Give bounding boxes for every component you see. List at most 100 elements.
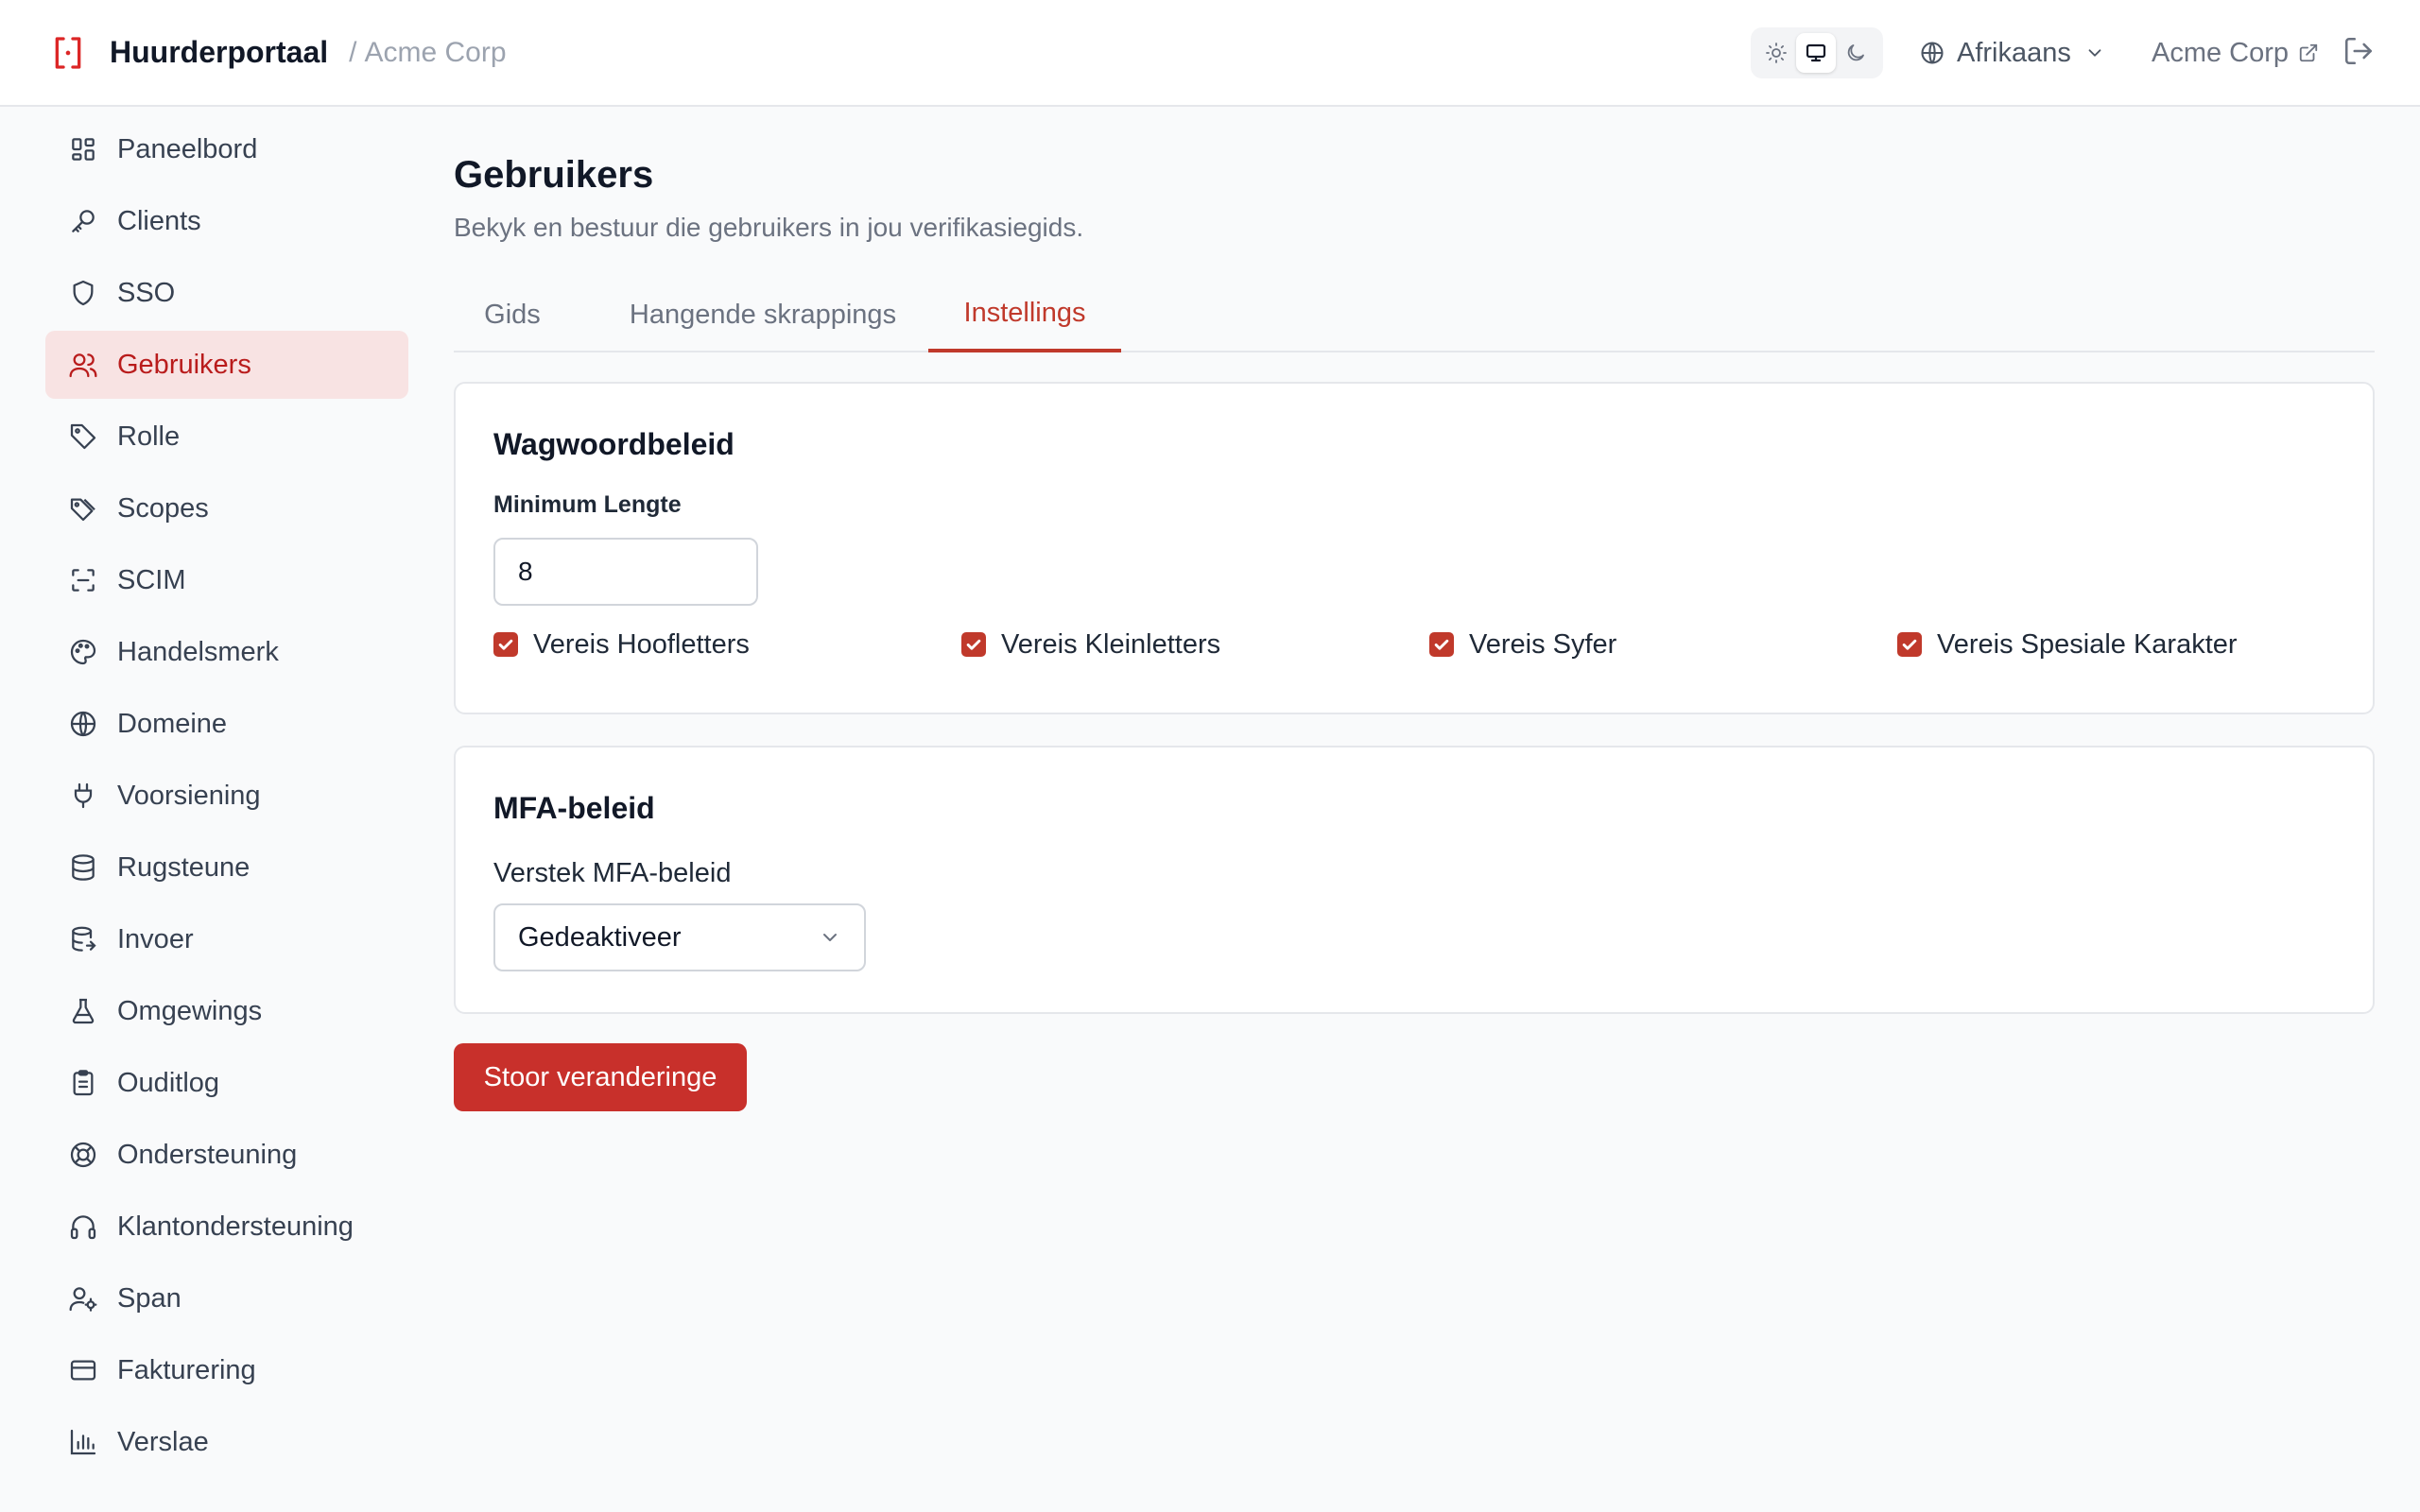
sidebar-item-verslae[interactable]: Verslae [45,1408,408,1476]
tab-gids[interactable]: Gids [454,277,571,352]
tags-icon [70,498,95,522]
palette-icon [70,639,96,665]
checkbox-label: Vereis Kleinletters [1001,628,1221,660]
sidebar-item-rolle[interactable]: Rolle [45,403,408,471]
sidebar-item-ouditlog[interactable]: Ouditlog [45,1049,408,1117]
database-import-icon [72,926,96,952]
dashboard-icon [72,138,95,161]
sidebar-item-span[interactable]: Span [45,1264,408,1332]
sidebar-item-sso[interactable]: SSO [45,259,408,327]
database-icon [72,854,95,881]
sidebar-item-rugsteune[interactable]: Rugsteune [45,833,408,902]
sidebar-item-scim[interactable]: SCIM [45,546,408,614]
breadcrumb-tenant: Acme Corp [364,36,507,68]
brand-logo-icon [49,34,87,72]
language-label: Afrikaans [1957,37,2071,68]
require-special-char-checkbox[interactable]: Vereis Spesiale Karakter [1897,626,2238,663]
save-changes-button[interactable]: Stoor veranderinge [454,1043,747,1111]
password-policy-card: Wagwoordbeleid Minimum Lengte Vereis Hoo… [454,382,2375,714]
sidebar-item-scopes[interactable]: Scopes [45,474,408,542]
globe-icon [70,711,96,737]
app-name: Huurderportaal [110,35,329,69]
sidebar-item-label: SSO [117,277,176,308]
breadcrumb-separator: / [349,36,357,68]
tab-instellings[interactable]: Instellings [928,277,1121,352]
theme-dark-button[interactable] [1836,33,1876,73]
sidebar-item-label: Span [117,1282,182,1314]
user-cog-icon [69,1287,97,1312]
page-title: Gebruikers [454,154,654,196]
sun-icon [1766,43,1787,63]
sidebar-item-paneelbord[interactable]: Paneelbord [45,115,408,183]
require-lowercase-checkbox[interactable]: Vereis Kleinletters [961,626,1220,663]
sidebar-item-label: Verslae [117,1426,209,1457]
min-length-label: Minimum Lengte [493,491,682,518]
plug-icon [74,782,93,809]
moon-icon [1847,44,1864,61]
sidebar-item-label: Fakturering [117,1354,256,1385]
sidebar-item-handelsmerk[interactable]: Handelsmerk [45,618,408,686]
sidebar-item-label: Clients [117,205,201,236]
checkbox-checked[interactable] [1897,632,1922,657]
sidebar-item-label: Voorsiening [117,780,261,811]
sidebar-item-label: SCIM [117,564,186,595]
sidebar-item-label: Ouditlog [117,1067,220,1098]
sidebar-item-invoer[interactable]: Invoer [45,905,408,973]
sidebar-item-voorsiening[interactable]: Voorsiening [45,762,408,830]
require-uppercase-checkbox[interactable]: Vereis Hoofletters [493,626,750,663]
sidebar-item-label: Paneelbord [117,133,258,164]
checkbox-label: Vereis Spesiale Karakter [1937,628,2238,660]
logout-button[interactable] [2342,35,2378,71]
chevron-down-icon [2088,49,2101,57]
checkbox-checked[interactable] [1429,632,1454,657]
sidebar-item-label: Invoer [117,923,194,954]
monitor-icon [1806,43,1826,62]
shield-icon [73,280,94,306]
check-icon [1434,639,1449,650]
checkbox-checked[interactable] [961,632,986,657]
sidebar-item-ondersteuning[interactable]: Ondersteuning [45,1121,408,1189]
chevron-down-icon [823,934,837,941]
sidebar-item-domeine[interactable]: Domeine [45,690,408,758]
tenant-link-label: Acme Corp [2152,37,2290,68]
default-mfa-select[interactable]: Gedeaktiveer [493,903,866,971]
logout-icon [2344,37,2373,65]
headphones-icon [70,1215,96,1240]
life-buoy-icon [70,1142,96,1168]
sidebar-item-gebruikers[interactable]: Gebruikers [45,331,408,399]
external-link-icon [2299,43,2318,62]
sidebar-item-label: Omgewings [117,995,263,1026]
sidebar-item-klantondersteuning[interactable]: Klantondersteuning [45,1193,408,1261]
check-icon [1902,639,1917,650]
users-icon [69,353,97,378]
tenant-external-link[interactable]: Acme Corp [2152,27,2319,78]
sidebar-item-clients[interactable]: Clients [45,187,408,255]
sidebar-item-label: Domeine [117,708,228,739]
require-digit-checkbox[interactable]: Vereis Syfer [1429,626,1616,663]
tag-icon [70,423,96,450]
theme-system-button[interactable] [1796,33,1836,73]
brand[interactable]: Huurderportaal / Acme Corp [49,34,507,72]
flask-icon [72,998,95,1024]
key-icon [72,210,95,232]
min-length-input[interactable] [493,538,758,606]
credit-card-icon [70,1360,96,1381]
checkbox-label: Vereis Syfer [1469,628,1617,660]
scan-icon [72,569,95,592]
mfa-policy-card: MFA-beleid Verstek MFA-beleid Gedeaktive… [454,746,2375,1014]
sidebar-item-label: Scopes [117,492,209,524]
sidebar-item-label: Klantondersteuning [117,1211,354,1242]
sidebar-item-omgewings[interactable]: Omgewings [45,977,408,1045]
sidebar-item-label: Handelsmerk [117,636,279,667]
mfa-policy-title: MFA-beleid [493,791,655,825]
tab-hangende-skrappings[interactable]: Hangende skrappings [588,277,938,352]
theme-light-button[interactable] [1756,33,1796,73]
sidebar-item-label: Rugsteune [117,851,251,883]
sidebar-item-fakturering[interactable]: Fakturering [45,1336,408,1404]
theme-switcher [1751,27,1883,78]
tab-bar: Gids Hangende skrappings Instellings [454,277,2375,352]
sidebar-item-label: Ondersteuning [117,1139,298,1170]
sidebar: Paneelbord Clients SSO Gebruikers Rolle … [45,115,408,1480]
language-selector[interactable]: Afrikaans [1919,27,2105,78]
checkbox-checked[interactable] [493,632,518,657]
